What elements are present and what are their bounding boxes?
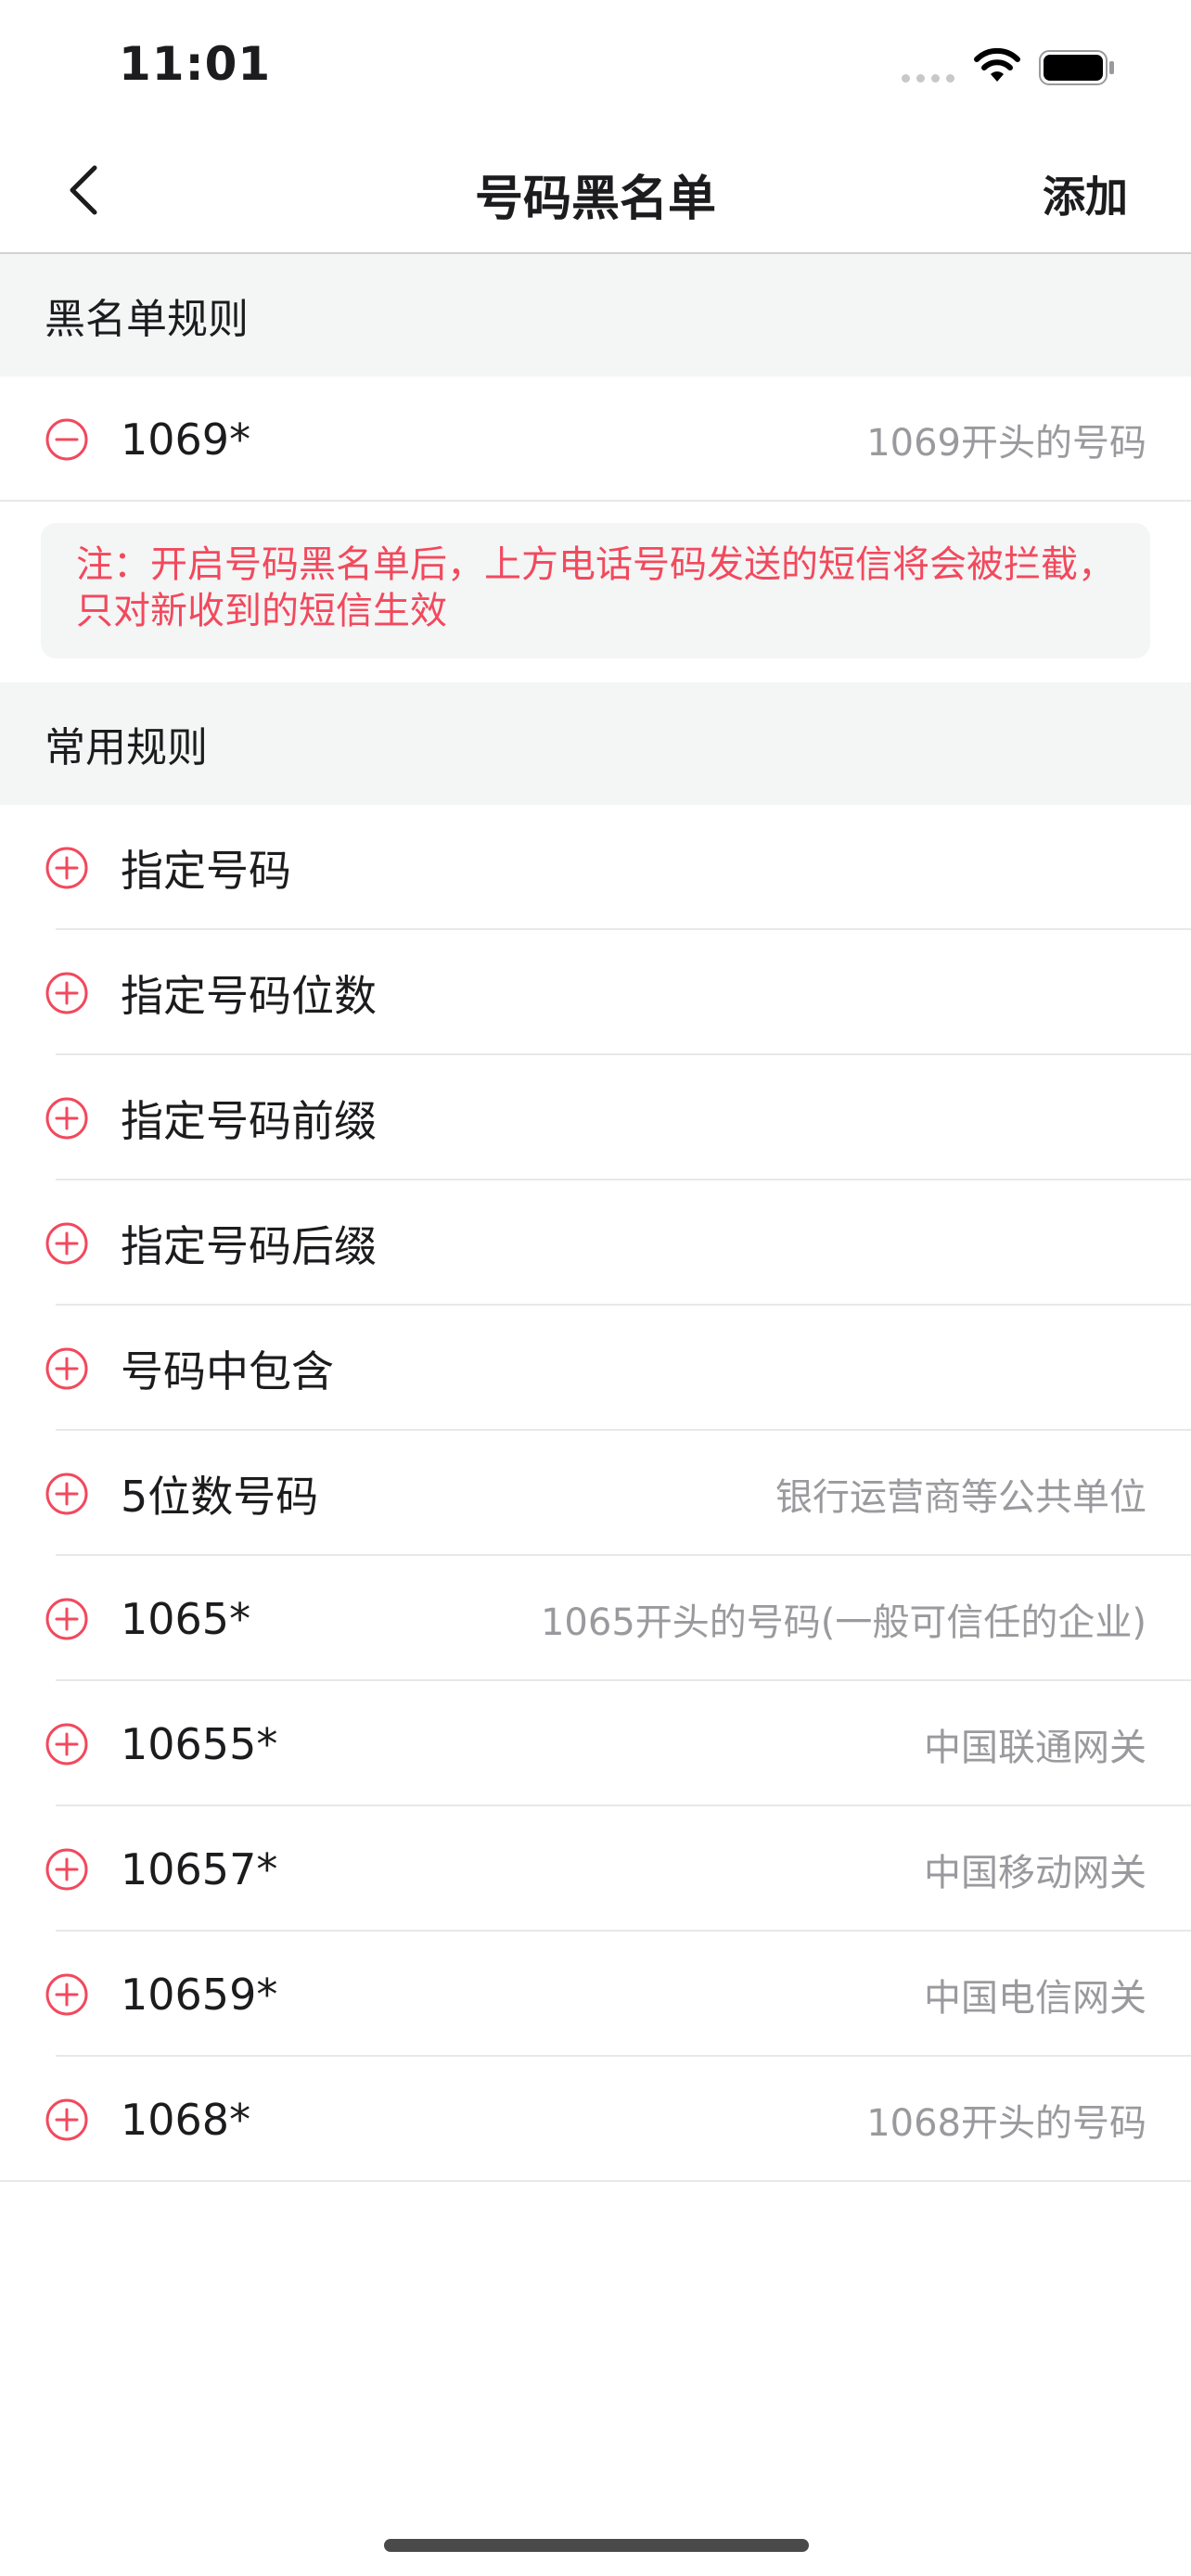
common-rule-row[interactable]: 10655* 中国联通网关 bbox=[0, 1681, 1191, 1806]
rule-title: 1069* bbox=[121, 414, 251, 465]
section-header-common: 常用规则 bbox=[0, 682, 1191, 805]
rule-description: 中国电信网关 bbox=[924, 1976, 1146, 2020]
plus-circle-icon[interactable] bbox=[45, 1346, 89, 1391]
rule-title: 1068* bbox=[121, 2094, 251, 2145]
common-rule-row[interactable]: 1068* 1068开头的号码 bbox=[0, 2057, 1191, 2182]
common-rule-row[interactable]: 指定号码前缀 bbox=[0, 1055, 1191, 1180]
rule-title: 10655* bbox=[121, 1718, 278, 1769]
plus-circle-icon[interactable] bbox=[45, 1597, 89, 1641]
minus-circle-icon[interactable] bbox=[45, 417, 89, 462]
rule-description: 1065开头的号码(一般可信任的企业) bbox=[540, 1600, 1146, 1644]
rule-title: 指定号码 bbox=[121, 845, 291, 896]
plus-circle-icon[interactable] bbox=[45, 1221, 89, 1266]
battery-icon bbox=[1039, 50, 1114, 85]
rule-description: 银行运营商等公共单位 bbox=[775, 1475, 1146, 1519]
common-rule-row[interactable]: 5位数号码 银行运营商等公共单位 bbox=[0, 1431, 1191, 1556]
common-rule-row[interactable]: 指定号码位数 bbox=[0, 930, 1191, 1055]
rule-title: 指定号码后缀 bbox=[121, 1220, 377, 1271]
common-rule-row[interactable]: 1065* 1065开头的号码(一般可信任的企业) bbox=[0, 1556, 1191, 1681]
rule-title: 指定号码位数 bbox=[121, 970, 377, 1021]
divider bbox=[0, 2180, 1191, 2182]
blacklist-note: 注：开启号码黑名单后，上方电话号码发送的短信将会被拦截，只对新收到的短信生效 bbox=[41, 523, 1150, 658]
divider bbox=[0, 500, 1191, 502]
navigation-bar: 号码黑名单 添加 bbox=[0, 130, 1191, 254]
add-button[interactable]: 添加 bbox=[1043, 163, 1128, 224]
status-bar: 11:01 bbox=[0, 0, 1191, 130]
plus-circle-icon[interactable] bbox=[45, 1847, 89, 1892]
common-rule-row[interactable]: 指定号码 bbox=[0, 805, 1191, 930]
plus-circle-icon[interactable] bbox=[45, 2098, 89, 2142]
cellular-signal-icon bbox=[902, 74, 957, 83]
rule-title: 1065* bbox=[121, 1593, 251, 1644]
plus-circle-icon[interactable] bbox=[45, 1096, 89, 1141]
wifi-icon bbox=[974, 47, 1020, 82]
rule-title: 指定号码前缀 bbox=[121, 1095, 377, 1146]
plus-circle-icon[interactable] bbox=[45, 971, 89, 1015]
plus-circle-icon[interactable] bbox=[45, 846, 89, 890]
rule-title: 10657* bbox=[121, 1843, 278, 1894]
rule-description: 1069开头的号码 bbox=[866, 421, 1146, 465]
section-header-blacklist: 黑名单规则 bbox=[0, 254, 1191, 376]
common-rule-row[interactable]: 10657* 中国移动网关 bbox=[0, 1806, 1191, 1932]
plus-circle-icon[interactable] bbox=[45, 1472, 89, 1516]
common-rule-row[interactable]: 10659* 中国电信网关 bbox=[0, 1932, 1191, 2057]
rule-title: 10659* bbox=[121, 1969, 278, 2020]
blacklist-rule-row[interactable]: 1069* 1069开头的号码 bbox=[0, 376, 1191, 502]
rule-description: 中国移动网关 bbox=[924, 1851, 1146, 1894]
page-title: 号码黑名单 bbox=[474, 172, 716, 227]
rule-title: 号码中包含 bbox=[121, 1345, 334, 1396]
rule-description: 1068开头的号码 bbox=[866, 2101, 1146, 2145]
common-rule-row[interactable]: 指定号码后缀 bbox=[0, 1180, 1191, 1306]
status-time: 11:01 bbox=[119, 37, 272, 91]
home-indicator[interactable] bbox=[384, 2539, 809, 2552]
plus-circle-icon[interactable] bbox=[45, 1722, 89, 1766]
rule-title: 5位数号码 bbox=[121, 1471, 319, 1522]
rule-description: 中国联通网关 bbox=[924, 1726, 1146, 1769]
common-rule-row[interactable]: 号码中包含 bbox=[0, 1306, 1191, 1431]
plus-circle-icon[interactable] bbox=[45, 1972, 89, 2017]
